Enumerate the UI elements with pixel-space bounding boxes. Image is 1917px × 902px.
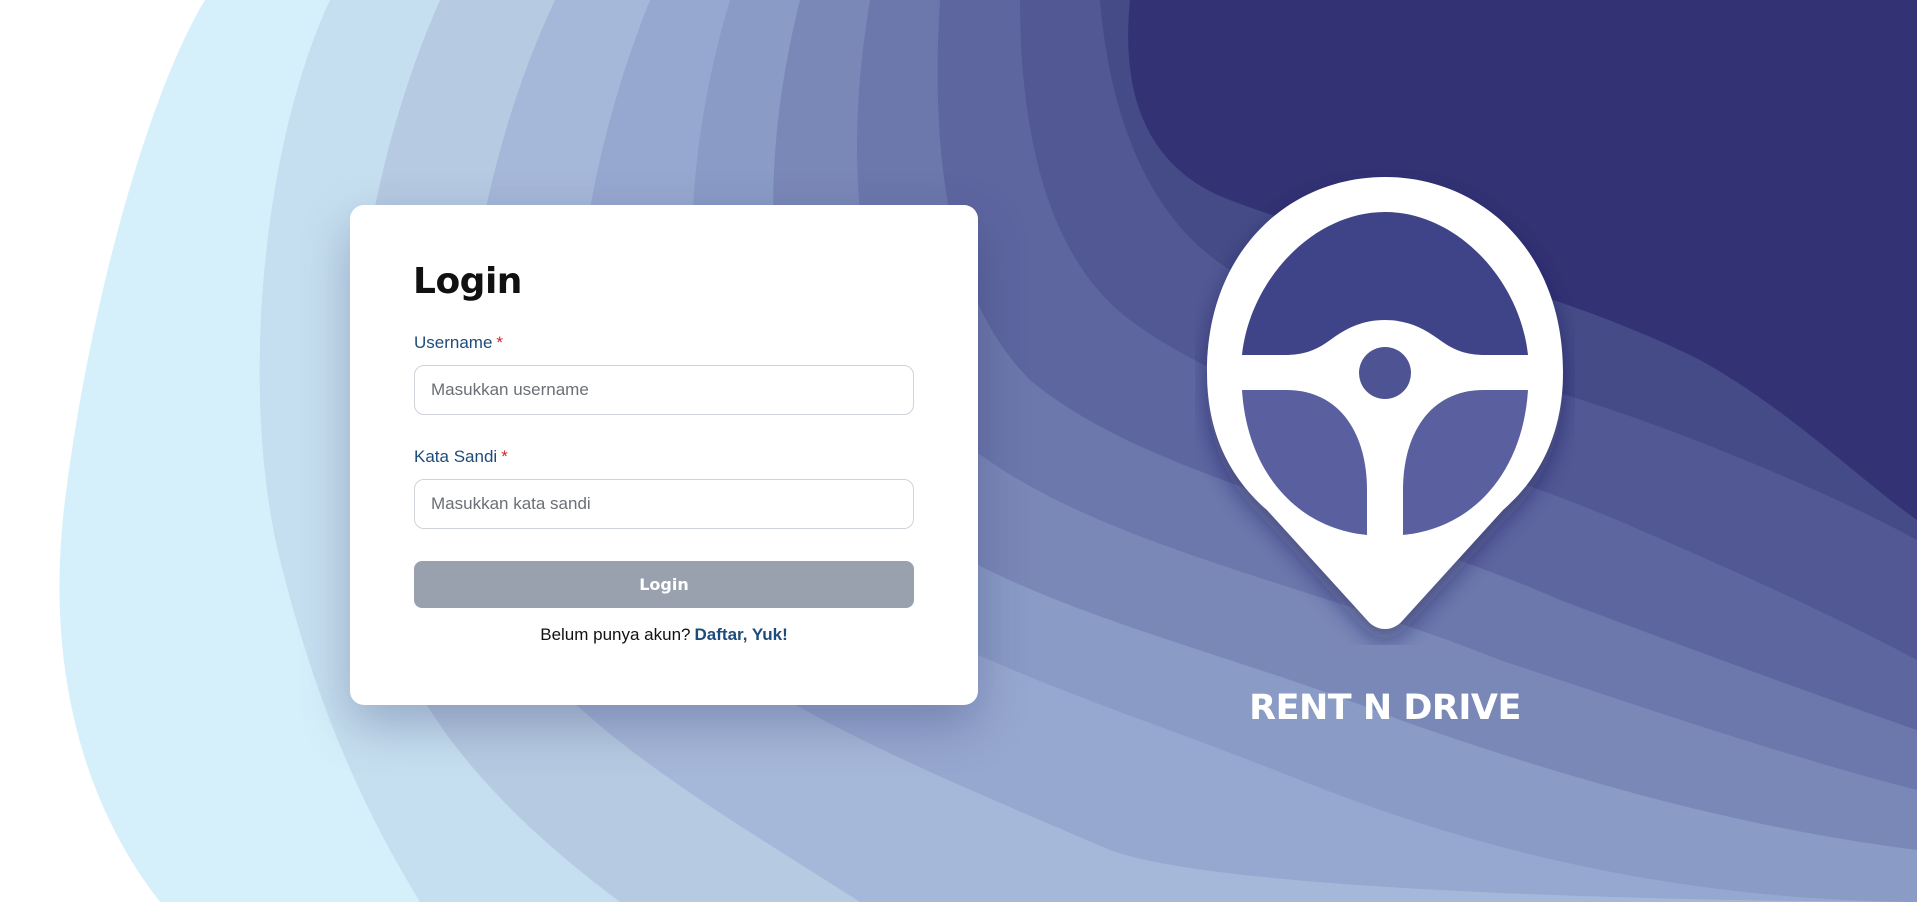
login-card: Login Username* Kata Sandi* Login Belum … — [350, 205, 978, 705]
password-input[interactable] — [414, 479, 914, 529]
username-label: Username * — [414, 333, 503, 353]
required-marker: * — [501, 447, 508, 466]
signup-link[interactable]: Daftar, Yuk! — [695, 625, 788, 644]
password-label: Kata Sandi * — [414, 447, 508, 467]
login-title: Login — [413, 261, 522, 302]
steering-wheel-location-pin-icon — [1207, 177, 1563, 629]
username-label-text: Username — [414, 333, 493, 352]
password-label-text: Kata Sandi — [414, 447, 498, 466]
login-button[interactable]: Login — [414, 561, 914, 608]
username-input[interactable] — [414, 365, 914, 415]
signup-prompt: Belum punya akun? Daftar, Yuk! — [414, 625, 914, 645]
required-marker: * — [496, 333, 504, 352]
signup-prompt-text: Belum punya akun? — [540, 625, 691, 644]
brand-name: RENT N DRIVE — [1249, 688, 1521, 728]
